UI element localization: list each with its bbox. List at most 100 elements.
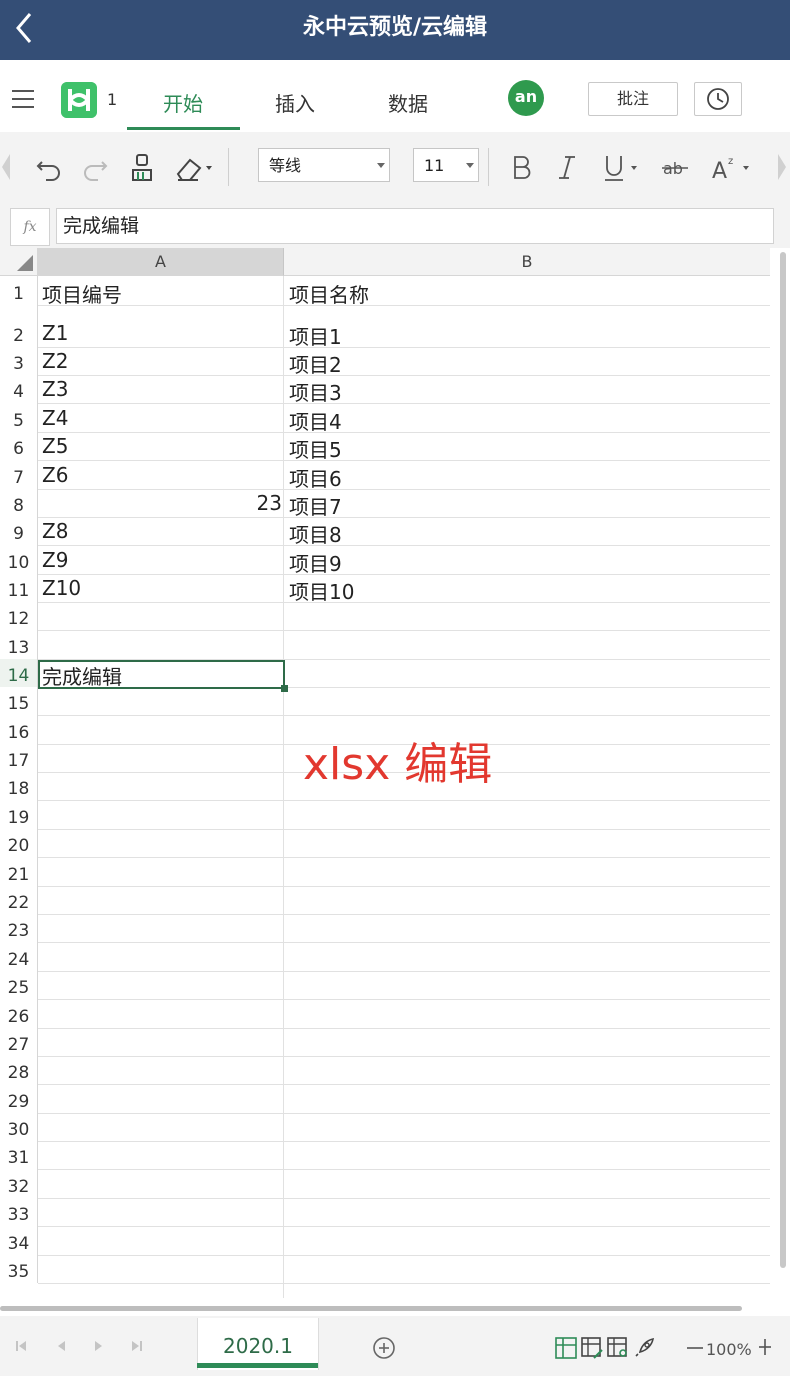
tab-insert[interactable]: 插入 — [275, 88, 315, 117]
hamburger-menu-icon[interactable] — [12, 90, 34, 108]
row-header[interactable]: 5 — [0, 403, 38, 432]
toolbar-scroll-right-icon[interactable] — [776, 150, 788, 184]
redo-icon[interactable] — [78, 150, 112, 184]
row-header[interactable]: 9 — [0, 517, 38, 545]
row-header[interactable]: 32 — [0, 1169, 38, 1198]
cell-b[interactable]: 项目名称 — [289, 279, 369, 308]
horizontal-scrollbar[interactable] — [0, 1306, 742, 1311]
cell-b[interactable]: 项目1 — [289, 321, 342, 350]
font-family-select[interactable]: 等线 — [258, 148, 390, 182]
font-size-adjust-icon[interactable]: A z — [710, 150, 754, 184]
row-header[interactable]: 33 — [0, 1198, 38, 1226]
row-header[interactable]: 1 — [0, 276, 38, 305]
cell-a[interactable]: Z9 — [42, 548, 68, 572]
cell-b[interactable]: 项目5 — [289, 434, 342, 463]
cell-a[interactable]: Z5 — [42, 434, 68, 458]
row-header[interactable]: 25 — [0, 971, 38, 999]
row-header[interactable]: 3 — [0, 347, 38, 375]
cell-a[interactable]: Z10 — [42, 576, 81, 600]
row-header[interactable]: 24 — [0, 942, 38, 971]
zoom-out-icon[interactable] — [686, 1346, 704, 1350]
history-button[interactable] — [694, 82, 742, 116]
cell-b[interactable]: 项目9 — [289, 548, 342, 577]
cell-b[interactable]: 项目2 — [289, 349, 342, 378]
row-header[interactable]: 21 — [0, 857, 38, 886]
cell-b[interactable]: 项目8 — [289, 519, 342, 548]
row-header[interactable]: 7 — [0, 460, 38, 489]
active-tab-indicator — [127, 127, 240, 130]
row-header[interactable]: 28 — [0, 1056, 38, 1084]
cell-b[interactable]: 项目4 — [289, 406, 342, 435]
column-header-b[interactable]: B — [284, 248, 770, 276]
row-header[interactable]: 11 — [0, 574, 38, 602]
bold-icon[interactable] — [504, 150, 538, 184]
zoom-in-icon[interactable] — [758, 1338, 772, 1356]
undo-icon[interactable] — [32, 150, 66, 184]
row-header[interactable]: 22 — [0, 886, 38, 914]
cell-a[interactable]: Z3 — [42, 377, 68, 401]
row-header[interactable]: 30 — [0, 1113, 38, 1141]
column-header-a[interactable]: A — [38, 248, 284, 276]
eraser-icon[interactable] — [172, 150, 216, 184]
cell-a[interactable]: Z8 — [42, 519, 68, 543]
row-header[interactable]: 14 — [0, 659, 38, 687]
font-size-select[interactable]: 11 — [413, 148, 479, 182]
row-header[interactable]: 34 — [0, 1226, 38, 1255]
vertical-scrollbar[interactable] — [780, 252, 786, 1268]
cell-b[interactable]: 项目7 — [289, 491, 342, 520]
cell-b[interactable]: 项目10 — [289, 576, 354, 605]
row-header[interactable]: 17 — [0, 744, 38, 772]
function-button[interactable]: fx — [10, 208, 50, 246]
previous-sheet-icon[interactable] — [54, 1338, 68, 1354]
format-painter-icon[interactable] — [124, 150, 158, 184]
row-header[interactable]: 4 — [0, 375, 38, 403]
fill-handle[interactable] — [281, 685, 288, 692]
rocket-icon[interactable] — [632, 1336, 656, 1360]
italic-icon[interactable] — [550, 150, 584, 184]
cell-a[interactable]: 项目编号 — [42, 279, 122, 308]
row-header[interactable]: 26 — [0, 999, 38, 1028]
freeze-panes-icon[interactable] — [554, 1336, 578, 1360]
formula-input[interactable]: 完成编辑 — [56, 208, 774, 244]
cell-a[interactable]: Z6 — [42, 463, 68, 487]
row-header[interactable]: 29 — [0, 1084, 38, 1113]
row-header[interactable]: 12 — [0, 602, 38, 630]
row-header[interactable]: 2 — [0, 305, 38, 347]
row-header[interactable]: 15 — [0, 687, 38, 715]
cell-a[interactable]: Z4 — [42, 406, 68, 430]
cell-a[interactable]: 23 — [40, 491, 282, 515]
tab-start[interactable]: 开始 — [163, 88, 203, 117]
cell-a[interactable]: Z1 — [42, 321, 68, 345]
first-sheet-icon[interactable] — [14, 1338, 28, 1354]
next-sheet-icon[interactable] — [92, 1338, 106, 1354]
underline-icon[interactable] — [598, 150, 642, 184]
table-search-icon[interactable] — [606, 1336, 630, 1360]
cell-a[interactable]: Z2 — [42, 349, 68, 373]
row-header[interactable]: 10 — [0, 545, 38, 574]
toolbar-scroll-left-icon[interactable] — [0, 150, 12, 184]
row-header[interactable]: 23 — [0, 914, 38, 942]
row-header[interactable]: 27 — [0, 1028, 38, 1056]
row-number: 11 — [7, 581, 30, 601]
row-header[interactable]: 18 — [0, 772, 38, 800]
cell-b[interactable]: 项目3 — [289, 377, 342, 406]
cell-b[interactable]: 项目6 — [289, 463, 342, 492]
toolbar-divider — [488, 148, 489, 186]
row-header[interactable]: 20 — [0, 829, 38, 857]
row-header[interactable]: 19 — [0, 800, 38, 829]
comment-button[interactable]: 批注 — [588, 82, 678, 116]
row-header[interactable]: 6 — [0, 432, 38, 460]
table-edit-icon[interactable] — [580, 1336, 604, 1360]
row-header[interactable]: 13 — [0, 630, 38, 659]
row-header[interactable]: 35 — [0, 1255, 38, 1283]
avatar[interactable]: an — [508, 80, 544, 116]
row-header[interactable]: 16 — [0, 715, 38, 744]
row-number: 35 — [7, 1262, 30, 1282]
row-header[interactable]: 8 — [0, 489, 38, 517]
select-all-corner[interactable] — [0, 248, 38, 276]
tab-data[interactable]: 数据 — [388, 88, 428, 117]
last-sheet-icon[interactable] — [130, 1338, 144, 1354]
row-header[interactable]: 31 — [0, 1141, 38, 1169]
add-sheet-icon[interactable] — [372, 1336, 396, 1360]
strikethrough-icon[interactable]: ab — [658, 150, 692, 184]
